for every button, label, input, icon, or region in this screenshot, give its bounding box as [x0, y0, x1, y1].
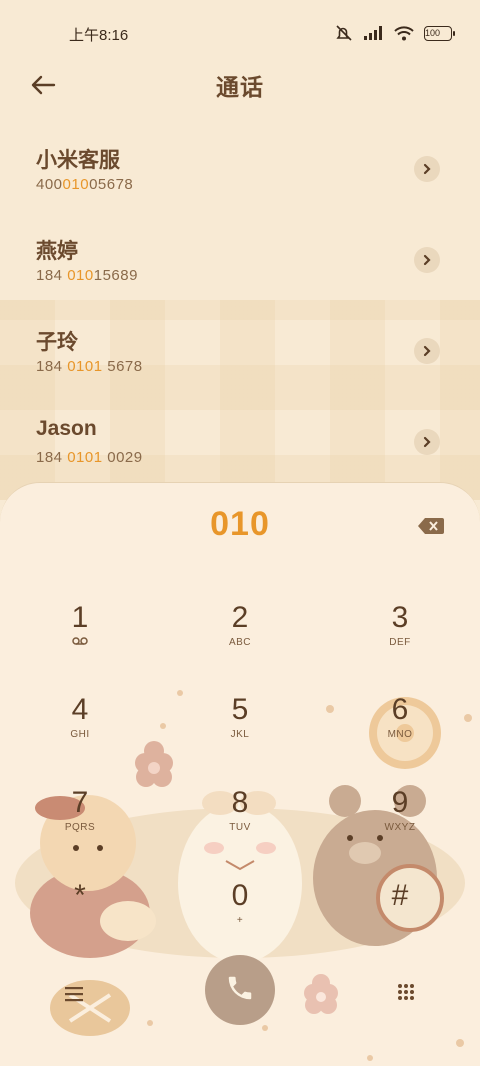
key-star[interactable]: *	[30, 879, 130, 949]
contact-number: 184 01015689	[36, 267, 138, 284]
battery-icon: 100	[424, 25, 455, 41]
page-title: 通话	[216, 74, 264, 100]
contact-name: 小米客服	[36, 149, 120, 172]
key-5[interactable]: 5 JKL	[190, 693, 290, 763]
key-6[interactable]: 6 MNO	[350, 693, 450, 763]
header: 通话	[0, 60, 480, 104]
key-0[interactable]: 0 +	[190, 879, 290, 949]
menu-icon[interactable]	[64, 986, 84, 1007]
contact-number: 184 0101 5678	[36, 358, 143, 375]
wifi-icon	[394, 25, 414, 41]
chevron-right-icon[interactable]	[414, 156, 440, 182]
backspace-icon[interactable]	[418, 517, 444, 535]
status-time: 上午8:16	[69, 27, 129, 44]
key-hash[interactable]: #	[350, 879, 450, 949]
key-3[interactable]: 3 DEF	[350, 601, 450, 671]
call-button[interactable]	[205, 955, 275, 1025]
status-icons: 100	[334, 24, 455, 42]
key-7[interactable]: 7 PQRS	[30, 786, 130, 856]
dialpad-panel: 010 1 2 ABC 3 DEF 4 GHI 5 JKL 6 MNO 7 PQRS 8 TU…	[0, 482, 480, 1066]
key-1[interactable]: 1	[30, 601, 130, 671]
dialpad-icon[interactable]	[397, 983, 415, 1008]
contact-item[interactable]: 燕婷 184 01015689	[0, 221, 480, 312]
chevron-right-icon[interactable]	[414, 247, 440, 273]
contact-name: 子玲	[36, 331, 78, 354]
key-8[interactable]: 8 TUV	[190, 786, 290, 856]
contact-item[interactable]: 子玲 184 0101 5678	[0, 312, 480, 403]
chevron-right-icon[interactable]	[414, 429, 440, 455]
mute-icon	[334, 24, 354, 42]
voicemail-icon	[30, 637, 130, 648]
status-bar: 上午8:16 100	[0, 0, 480, 64]
contact-name: 燕婷	[36, 240, 78, 263]
signal-icon	[364, 26, 384, 40]
contact-item[interactable]: 小米客服 40001005678	[0, 130, 480, 221]
contact-name: Jason	[36, 417, 97, 440]
contact-item[interactable]: Jason 184 0101 0029	[0, 403, 480, 494]
contact-list: 小米客服 40001005678 燕婷 184 01015689 子玲 184 …	[0, 130, 480, 494]
chevron-right-icon[interactable]	[414, 338, 440, 364]
phone-icon	[225, 973, 255, 1008]
key-2[interactable]: 2 ABC	[190, 601, 290, 671]
key-9[interactable]: 9 WXYZ	[350, 786, 450, 856]
key-4[interactable]: 4 GHI	[30, 693, 130, 763]
dial-input[interactable]: 010	[0, 505, 480, 544]
contact-number: 40001005678	[36, 176, 134, 193]
contact-number: 184 0101 0029	[36, 449, 143, 466]
